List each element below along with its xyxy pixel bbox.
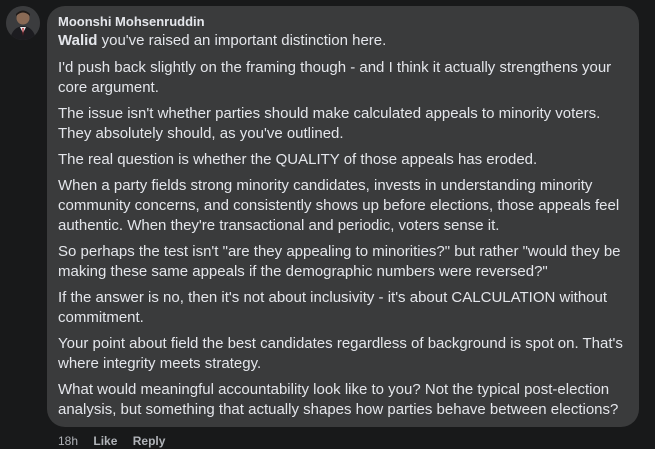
avatar[interactable] [6,6,40,40]
comment-timestamp[interactable]: 18h [58,434,78,448]
mention-link[interactable]: Walid [58,32,97,49]
profile-photo-icon [6,6,40,40]
comment-paragraph: Your point about field the best candidat… [58,335,623,372]
comment-paragraph-text: you've raised an important distinction h… [97,32,387,49]
comment-body: Walid you've raised an important distinc… [58,31,627,420]
comment-actions: 18h Like Reply [58,433,177,449]
comment-bubble: Moonshi Mohsenruddin Walid you've raised… [47,6,639,427]
comment-paragraph: Walid you've raised an important distinc… [58,31,627,51]
comment-paragraph: The issue isn't whether parties should m… [58,105,601,142]
comment-paragraph: So perhaps the test isn't "are they appe… [58,243,621,280]
comment-author-name[interactable]: Moonshi Mohsenruddin [58,14,627,30]
reply-button[interactable]: Reply [133,434,166,448]
comment-paragraph: If the answer is no, then it's not about… [58,289,608,326]
like-button[interactable]: Like [93,434,117,448]
comment-paragraph: I'd push back slightly on the framing th… [58,59,612,96]
comment-paragraph: What would meaningful accountability loo… [58,381,619,418]
comment-paragraph: When a party fields strong minority cand… [58,177,620,234]
comment-paragraph: The real question is whether the QUALITY… [58,151,538,168]
